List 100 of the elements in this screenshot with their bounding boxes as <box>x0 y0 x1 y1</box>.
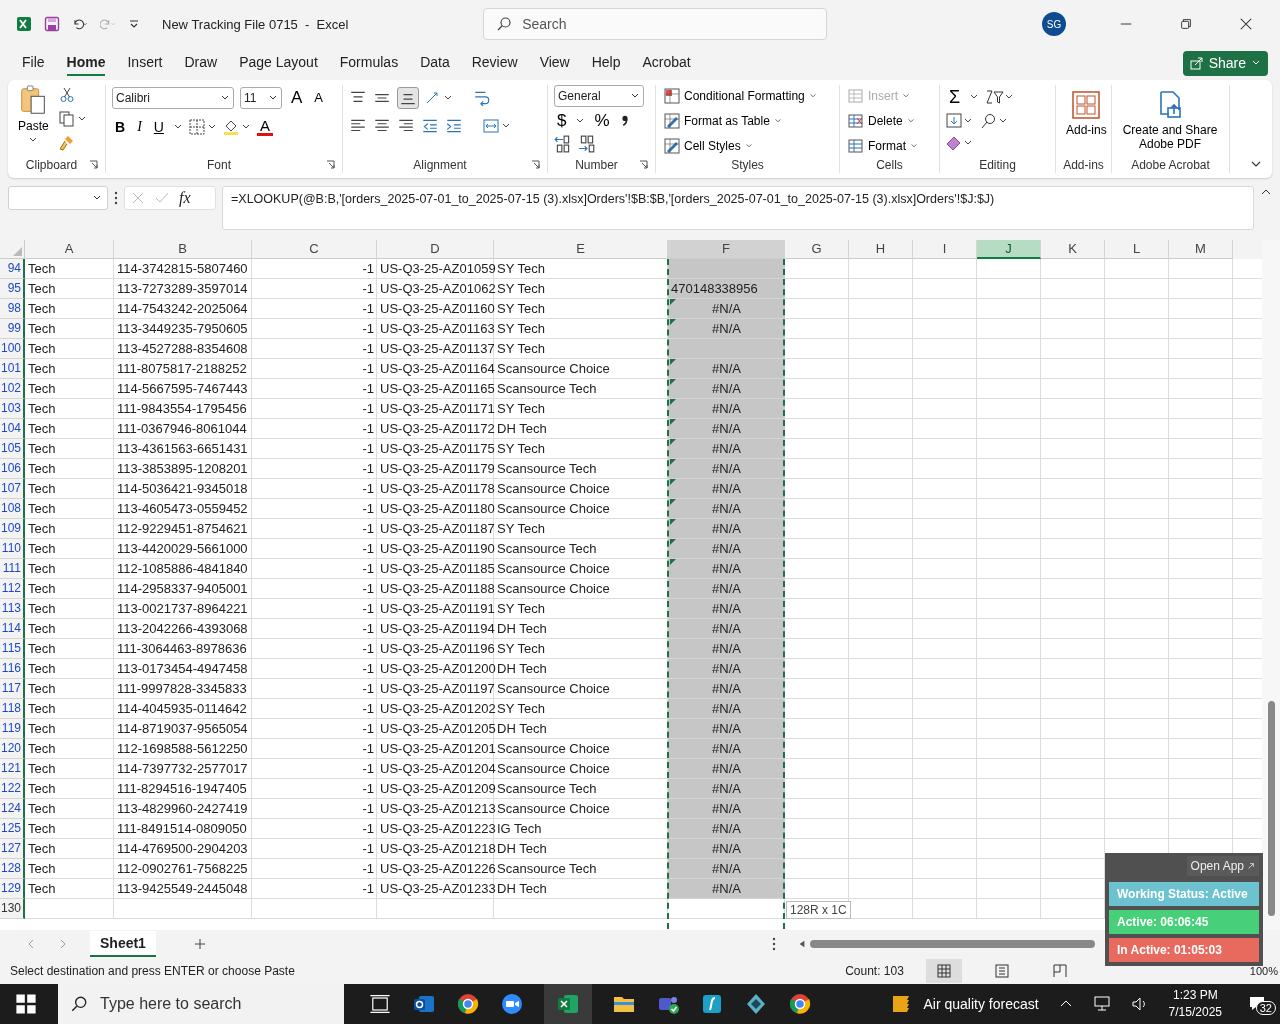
row-header[interactable]: 94 <box>0 259 25 279</box>
row-header[interactable]: 98 <box>0 299 25 319</box>
autosum-button[interactable]: Σ <box>946 87 964 107</box>
increase-font-size-button[interactable]: A <box>288 88 306 108</box>
ribbon-tab[interactable]: Formulas <box>339 50 399 76</box>
row-header[interactable]: 120 <box>0 739 25 759</box>
taskbar-search-field[interactable]: Type here to search <box>58 984 344 1024</box>
normal-view-icon[interactable] <box>925 959 962 983</box>
row-header[interactable]: 103 <box>0 399 25 419</box>
wrap-text-icon[interactable] <box>473 89 491 107</box>
dialog-launcher-icon[interactable] <box>531 160 541 170</box>
decrease-decimal-icon[interactable] <box>578 135 596 153</box>
row-header[interactable]: 114 <box>0 619 25 639</box>
add-sheet-icon[interactable] <box>193 938 206 950</box>
row-header[interactable]: 105 <box>0 439 25 459</box>
undo-icon[interactable] <box>72 16 88 32</box>
scroll-left-icon[interactable] <box>798 940 806 948</box>
row-header[interactable]: 118 <box>0 699 25 719</box>
row-header[interactable]: 121 <box>0 759 25 779</box>
next-sheet-icon[interactable] <box>58 939 68 949</box>
ribbon-tab[interactable]: Data <box>420 50 450 76</box>
customize-caret-icon[interactable] <box>128 18 140 30</box>
column-header[interactable]: F <box>668 240 785 259</box>
number-format-dropdown[interactable]: General <box>554 85 644 107</box>
ribbon-tab[interactable]: Acrobat <box>642 50 691 76</box>
ribbon-tab[interactable]: Draw <box>184 50 218 76</box>
row-header[interactable]: 111 <box>0 559 25 579</box>
user-avatar[interactable]: SG <box>1042 12 1066 36</box>
check-icon[interactable] <box>155 191 169 205</box>
eraser-icon[interactable] <box>946 135 974 151</box>
row-header[interactable]: 100 <box>0 339 25 359</box>
zoom-level[interactable]: 100% <box>1249 965 1278 977</box>
diamond-app-icon[interactable] <box>744 992 768 1016</box>
clock-date[interactable]: 7/15/2025 <box>1168 1004 1222 1021</box>
sort-filter-icon[interactable] <box>985 89 1014 105</box>
styles-menu-button[interactable]: Cell Styles <box>662 135 755 157</box>
styles-menu-button[interactable]: Conditional Formatting <box>662 85 819 107</box>
browser-icon[interactable] <box>788 992 812 1016</box>
windows-start-icon[interactable] <box>14 992 38 1016</box>
more-options-icon[interactable] <box>114 191 118 205</box>
cells-menu-button[interactable]: Format <box>846 135 920 157</box>
row-header[interactable]: 125 <box>0 819 25 839</box>
share-button[interactable]: Share <box>1182 50 1268 76</box>
font-color-button[interactable]: A <box>256 118 273 136</box>
borders-icon[interactable] <box>188 119 217 135</box>
search-field[interactable]: Search <box>483 8 828 40</box>
row-header[interactable]: 102 <box>0 379 25 399</box>
fill-down-icon[interactable] <box>946 113 974 129</box>
percent-button[interactable]: % <box>591 111 613 131</box>
cells-menu-button[interactable]: Delete <box>846 110 917 132</box>
orientation-icon[interactable] <box>425 90 453 106</box>
row-header[interactable]: 116 <box>0 659 25 679</box>
row-header[interactable]: 115 <box>0 639 25 659</box>
sheet-tab[interactable]: Sheet1 <box>90 931 156 957</box>
ribbon-tab[interactable]: Insert <box>127 50 163 76</box>
row-header[interactable]: 112 <box>0 579 25 599</box>
fill-color-icon[interactable] <box>222 119 251 135</box>
clock-time[interactable]: 1:23 PM <box>1172 987 1218 1004</box>
dialog-launcher-icon[interactable] <box>89 160 99 170</box>
copy-icon[interactable] <box>58 111 87 127</box>
underline-button[interactable]: U <box>150 117 167 137</box>
bottom-align-icon[interactable] <box>397 87 419 109</box>
row-header[interactable]: 128 <box>0 859 25 879</box>
ribbon-tab[interactable]: Review <box>471 50 518 76</box>
row-header[interactable]: 101 <box>0 359 25 379</box>
row-header[interactable]: 122 <box>0 779 25 799</box>
row-header[interactable]: 104 <box>0 419 25 439</box>
cut-icon[interactable] <box>58 87 75 103</box>
row-header[interactable]: 99 <box>0 319 25 339</box>
decrease-indent-icon[interactable] <box>421 117 439 135</box>
row-header[interactable]: 113 <box>0 599 25 619</box>
open-app-link[interactable]: Open App <box>1186 856 1259 876</box>
row-header[interactable]: 106 <box>0 459 25 479</box>
font-name-dropdown[interactable]: Calibri <box>112 87 234 109</box>
formula-field[interactable]: =XLOOKUP(@B:B,'[orders_2025-07-01_to_2025-07-15 (3).xlsx]Orders'!$B:$B,'[orders_2025-07-01_to_2025-07-15 (3).xlsx]Orders'!$J:$J) <box>222 186 1254 230</box>
create-pdf-button[interactable]: Create and Share Adobe PDF <box>1118 85 1222 157</box>
horizontal-scrollbar[interactable] <box>810 940 1095 948</box>
bold-button[interactable]: B <box>112 117 129 137</box>
paste-button[interactable]: Paste <box>14 85 53 157</box>
increase-indent-icon[interactable] <box>445 117 463 135</box>
spreadsheet-app-icon[interactable] <box>544 984 592 1024</box>
column-header[interactable]: J <box>977 240 1041 259</box>
ribbon-tab[interactable]: Help <box>591 50 621 76</box>
increase-decimal-icon[interactable] <box>554 135 572 153</box>
row-header[interactable]: 130 <box>0 899 25 919</box>
add-ins-button[interactable]: Add-ins <box>1062 85 1111 157</box>
row-header[interactable]: 117 <box>0 679 25 699</box>
format-painter-icon[interactable] <box>58 135 75 151</box>
dialog-launcher-icon[interactable] <box>639 160 649 170</box>
ribbon-tab[interactable]: File <box>22 50 45 76</box>
row-header[interactable]: 129 <box>0 879 25 899</box>
row-header[interactable]: 107 <box>0 479 25 499</box>
font-size-dropdown[interactable]: 11 <box>240 87 282 109</box>
ribbon-tab[interactable]: View <box>539 50 570 76</box>
row-header[interactable]: 95 <box>0 279 25 299</box>
dialog-launcher-icon[interactable] <box>326 160 336 170</box>
row-header[interactable]: 127 <box>0 839 25 859</box>
search-icon[interactable] <box>980 113 1008 129</box>
row-header[interactable]: 119 <box>0 719 25 739</box>
styles-menu-button[interactable]: Format as Table <box>662 110 784 132</box>
